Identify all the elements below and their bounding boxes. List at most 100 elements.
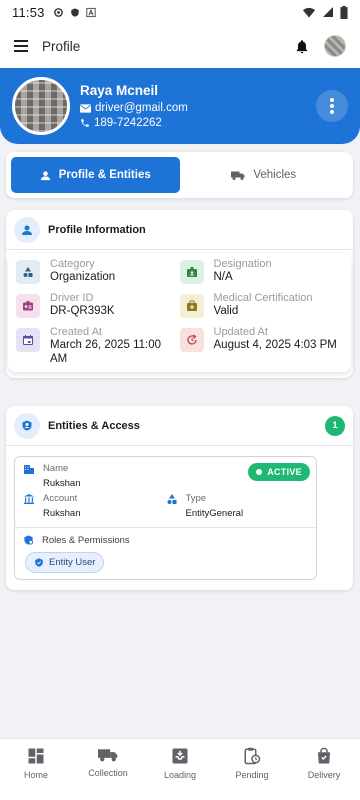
tab-bar: Profile & Entities Vehicles [6, 152, 353, 198]
field-value: Valid [213, 305, 239, 317]
truck-icon [231, 171, 245, 180]
calendar-icon [16, 328, 40, 352]
inbox-icon [172, 748, 188, 764]
entity-name-value: Rukshan [43, 478, 81, 489]
field-driver-id: Driver ID DR-QR393K [16, 292, 180, 318]
status-notification-icons [53, 7, 96, 18]
settings-icon [53, 7, 63, 17]
profile-info-block: Raya Mcneil driver@gmail.com 189-7242262 [80, 83, 188, 129]
person-icon [40, 170, 50, 180]
divider [15, 527, 316, 528]
app-bar: Profile [0, 24, 360, 68]
roles-permissions-header: Roles & Permissions [23, 534, 308, 546]
profile-phone-row: 189-7242262 [80, 117, 188, 129]
field-value: N/A [213, 271, 233, 283]
entity-account-row: Account Rukshan [23, 493, 166, 519]
field-label: Created At [50, 326, 102, 338]
profile-header: Raya Mcneil driver@gmail.com 189-7242262 [0, 68, 360, 144]
admin-panel-icon [24, 535, 34, 545]
tab-label: Profile & Entities [58, 169, 151, 181]
role-chip: Entity User [25, 552, 105, 573]
badge-icon [179, 260, 204, 284]
entity-name-label: Name [43, 463, 69, 474]
entity-account-value: Rukshan [43, 508, 81, 519]
email-icon [80, 103, 91, 113]
profile-email: driver@gmail.com [95, 102, 188, 114]
more-options-button[interactable] [316, 90, 348, 122]
user-avatar[interactable] [324, 35, 346, 57]
nav-label: Collection [88, 768, 128, 778]
field-medical-certification: Medical Certification Valid [179, 292, 344, 318]
field-label: Designation [213, 258, 272, 270]
field-value: August 4, 2025 4:03 PM [213, 339, 337, 351]
profile-fields-grid: Category Organization Designation N/A Dr… [8, 254, 351, 372]
field-label: Category [50, 258, 95, 270]
card-title: Profile Information [48, 223, 146, 236]
field-label: Medical Certification [213, 292, 313, 304]
verified-user-icon [35, 558, 43, 567]
id-card-icon [16, 294, 40, 318]
nav-collection[interactable]: Collection [72, 739, 144, 800]
shapes-icon [16, 260, 40, 284]
entity-type-row: Type EntityGeneral [166, 493, 309, 519]
nav-delivery[interactable]: Delivery [288, 739, 360, 800]
profile-email-row: driver@gmail.com [80, 102, 188, 114]
menu-icon[interactable] [14, 40, 28, 52]
entity-type-label: Type [185, 493, 207, 504]
building-icon [24, 465, 34, 474]
profile-information-card: Profile Information Category Organizatio… [6, 210, 353, 378]
bag-icon [318, 747, 330, 764]
status-system-icons [302, 5, 348, 19]
field-category: Category Organization [16, 258, 180, 284]
nav-home[interactable]: Home [0, 739, 72, 800]
card-header: Entities & Access 1 [6, 406, 353, 446]
field-value: Organization [50, 271, 116, 283]
field-designation: Designation N/A [179, 258, 344, 284]
entity-type-value: EntityGeneral [185, 508, 244, 519]
role-chip-label: Entity User [49, 557, 96, 568]
update-icon [179, 328, 204, 352]
status-badge: ACTIVE [248, 463, 310, 481]
nav-pending[interactable]: Pending [216, 739, 288, 800]
bottom-navigation: Home Collection Loading Pending Delivery [0, 738, 360, 800]
roles-permissions-label: Roles & Permissions [42, 534, 130, 546]
status-dot [256, 469, 263, 475]
phone-icon [81, 119, 89, 127]
status-label: ACTIVE [267, 467, 302, 477]
field-created-at: Created At March 26, 2025 11:00 AM [16, 326, 180, 366]
tab-vehicles[interactable]: Vehicles [180, 157, 349, 193]
entities-access-card: Entities & Access 1 ACTIVE Name Rukshan … [6, 406, 353, 590]
card-header: Profile Information [6, 210, 353, 250]
nav-label: Pending [235, 770, 269, 780]
status-time: 11:53 [12, 4, 45, 20]
profile-phone: 189-7242262 [94, 117, 162, 129]
person-icon [14, 216, 40, 243]
signal-icon [323, 7, 333, 17]
wifi-icon [302, 7, 316, 17]
field-value: March 26, 2025 11:00 AM [50, 339, 162, 365]
nav-label: Loading [163, 770, 197, 780]
profile-avatar [12, 77, 70, 135]
tab-label: Vehicles [253, 169, 297, 181]
battery-icon [340, 5, 348, 19]
more-vertical-icon [330, 98, 334, 114]
status-bar: 11:53 [0, 0, 360, 24]
shield-user-icon [14, 412, 40, 439]
field-label: Updated At [213, 326, 268, 338]
field-value: DR-QR393K [50, 305, 115, 317]
profile-name: Raya Mcneil [80, 83, 159, 98]
medical-kit-icon [179, 294, 204, 318]
truck-icon [98, 749, 118, 762]
notification-bell-icon[interactable] [294, 38, 310, 55]
shapes-icon [167, 494, 176, 504]
nav-label: Delivery [307, 770, 341, 780]
bank-icon [24, 494, 34, 504]
entity-item[interactable]: ACTIVE Name Rukshan Account Rukshan Type [14, 456, 317, 580]
entity-account-label: Account [43, 493, 78, 504]
tab-profile-entities[interactable]: Profile & Entities [11, 157, 180, 193]
nav-label: Home [23, 770, 48, 780]
field-updated-at: Updated At August 4, 2025 4:03 PM [179, 326, 344, 366]
nav-loading[interactable]: Loading [144, 739, 216, 800]
page-title: Profile [42, 38, 81, 54]
shield-icon [70, 7, 79, 17]
